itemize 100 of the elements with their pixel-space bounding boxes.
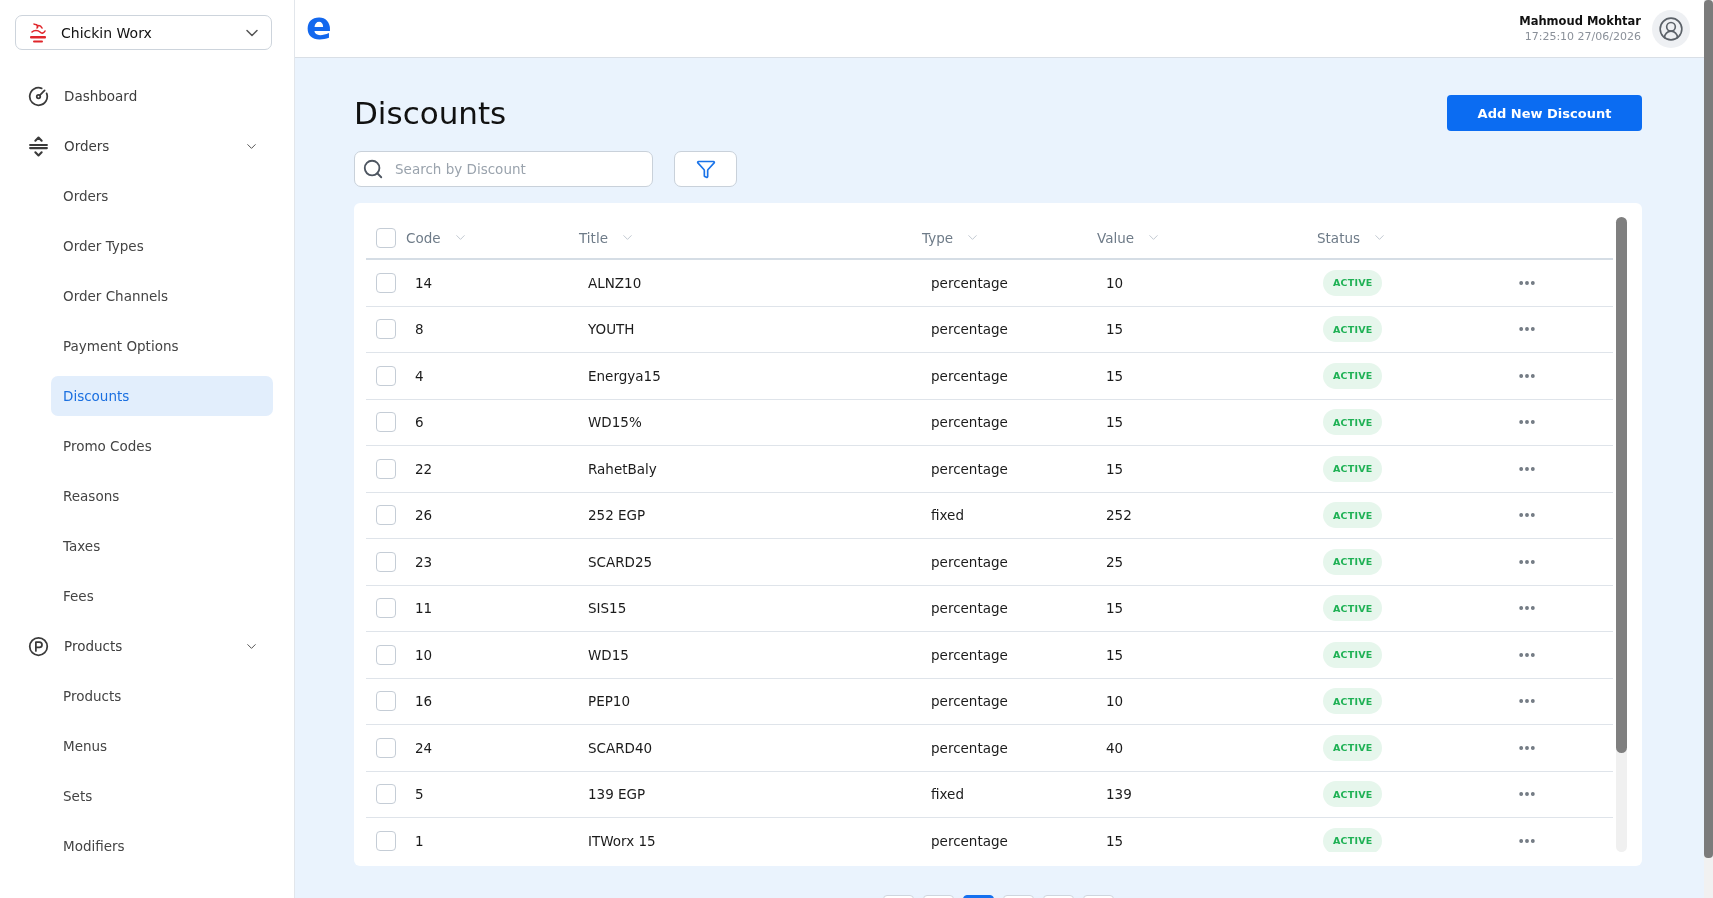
checkbox[interactable] xyxy=(376,691,396,712)
column-header[interactable]: Type xyxy=(922,229,953,246)
nav-subitem[interactable]: Menus xyxy=(51,726,273,766)
discount-value: 15 xyxy=(1105,321,1124,338)
discount-value: 40 xyxy=(1105,739,1124,756)
column-header[interactable]: Title xyxy=(579,229,608,246)
expand-vertical-icon xyxy=(28,135,49,157)
discount-code: 5 xyxy=(414,786,424,803)
discount-code: 16 xyxy=(414,693,433,710)
user-avatar-icon[interactable] xyxy=(1652,9,1690,48)
checkbox[interactable] xyxy=(376,644,396,665)
discount-type: percentage xyxy=(930,693,1008,710)
brand-logo: e xyxy=(306,6,332,45)
gauge-icon xyxy=(28,85,49,107)
add-discount-button[interactable]: Add New Discount xyxy=(1447,95,1642,131)
filter-icon xyxy=(695,159,716,179)
discount-type: percentage xyxy=(930,832,1008,849)
restaurant-selector[interactable]: Chickin Worx xyxy=(15,15,272,50)
discount-code: 26 xyxy=(414,507,433,524)
status-badge: ACTIVE xyxy=(1323,595,1383,622)
discount-title: Energya15 xyxy=(587,367,661,384)
status-badge: ACTIVE xyxy=(1323,827,1383,852)
logo-icon xyxy=(28,21,48,44)
status-badge: ACTIVE xyxy=(1323,269,1383,296)
checkbox[interactable] xyxy=(376,830,396,851)
discount-type: fixed xyxy=(930,786,964,803)
nav-subitem[interactable]: Products xyxy=(51,676,273,716)
status-badge: ACTIVE xyxy=(1323,688,1383,715)
nav-item[interactable]: Dashboard xyxy=(0,76,259,116)
discount-code: 8 xyxy=(414,321,424,338)
discount-type: percentage xyxy=(930,460,1008,477)
checkbox[interactable] xyxy=(376,272,396,293)
nav-subitem[interactable]: Payment Options xyxy=(51,326,273,366)
nav-subitem[interactable]: Fees xyxy=(51,576,273,616)
nav-subitem[interactable]: Sets xyxy=(51,776,273,816)
nav-item[interactable]: Products xyxy=(0,626,259,666)
discount-code: 1 xyxy=(414,832,424,849)
nav-subitem[interactable]: Discounts xyxy=(51,376,273,416)
nav-subitem[interactable]: Reasons xyxy=(51,476,273,516)
discount-title: ALNZ10 xyxy=(587,274,642,291)
discount-value: 15 xyxy=(1105,460,1124,477)
status-badge: ACTIVE xyxy=(1323,502,1383,529)
discount-value: 15 xyxy=(1105,414,1124,431)
nav-subitem[interactable]: Taxes xyxy=(51,526,273,566)
timestamp: 17:25:10 27/06/2026 xyxy=(1524,30,1641,43)
column-header[interactable]: Status xyxy=(1317,229,1361,246)
checkbox[interactable] xyxy=(376,365,396,386)
nav-subitem[interactable]: Order Channels xyxy=(51,276,273,316)
discount-type: percentage xyxy=(930,739,1008,756)
discount-code: 24 xyxy=(414,739,433,756)
column-header[interactable]: Code xyxy=(406,229,441,246)
filter-button[interactable] xyxy=(674,151,737,187)
checkbox[interactable] xyxy=(376,737,396,758)
discount-code: 22 xyxy=(414,460,433,477)
discount-type: percentage xyxy=(930,367,1008,384)
discount-code: 6 xyxy=(414,414,424,431)
status-badge: ACTIVE xyxy=(1323,641,1383,668)
scrollbar[interactable] xyxy=(1616,217,1627,852)
checkbox[interactable] xyxy=(376,598,396,619)
nav-subitem[interactable]: Order Types xyxy=(51,226,273,266)
discount-code: 14 xyxy=(414,274,433,291)
discount-type: fixed xyxy=(930,507,964,524)
discount-type: percentage xyxy=(930,553,1008,570)
search-field[interactable]: Search by Discount xyxy=(354,151,653,187)
checkbox[interactable] xyxy=(376,551,396,572)
discount-type: percentage xyxy=(930,646,1008,663)
discount-title: SCARD25 xyxy=(587,553,653,570)
discount-value: 10 xyxy=(1105,274,1124,291)
discount-code: 23 xyxy=(414,553,433,570)
nav-subitem[interactable]: Orders xyxy=(51,176,273,216)
status-badge: ACTIVE xyxy=(1323,409,1383,436)
status-badge: ACTIVE xyxy=(1323,548,1383,575)
discount-value: 15 xyxy=(1105,600,1124,617)
checkbox[interactable] xyxy=(376,784,396,805)
search-icon xyxy=(362,158,384,180)
discount-title: RahetBaly xyxy=(587,460,657,477)
discount-value: 15 xyxy=(1105,367,1124,384)
checkbox[interactable] xyxy=(376,412,396,433)
discount-title: SCARD40 xyxy=(587,739,653,756)
nav-subitem[interactable]: Modifiers xyxy=(51,826,273,866)
discount-title: WD15 xyxy=(587,646,629,663)
page-title: Discounts xyxy=(354,95,507,131)
discount-type: percentage xyxy=(930,600,1008,617)
discount-value: 15 xyxy=(1105,832,1124,849)
nav-subitem[interactable]: Promo Codes xyxy=(51,426,273,466)
discount-code: 11 xyxy=(414,600,433,617)
scrollbar-thumb[interactable] xyxy=(1616,217,1627,753)
circled-p-icon xyxy=(28,635,49,657)
discount-type: percentage xyxy=(930,414,1008,431)
nav-item[interactable]: Orders xyxy=(0,126,259,166)
checkbox[interactable] xyxy=(376,227,396,248)
column-header[interactable]: Value xyxy=(1097,229,1135,246)
status-badge: ACTIVE xyxy=(1323,734,1383,761)
discount-value: 252 xyxy=(1105,507,1132,524)
checkbox[interactable] xyxy=(376,505,396,526)
checkbox[interactable] xyxy=(376,458,396,479)
discount-value: 139 xyxy=(1105,786,1132,803)
discount-title: SIS15 xyxy=(587,600,627,617)
discount-type: percentage xyxy=(930,321,1008,338)
checkbox[interactable] xyxy=(376,319,396,340)
